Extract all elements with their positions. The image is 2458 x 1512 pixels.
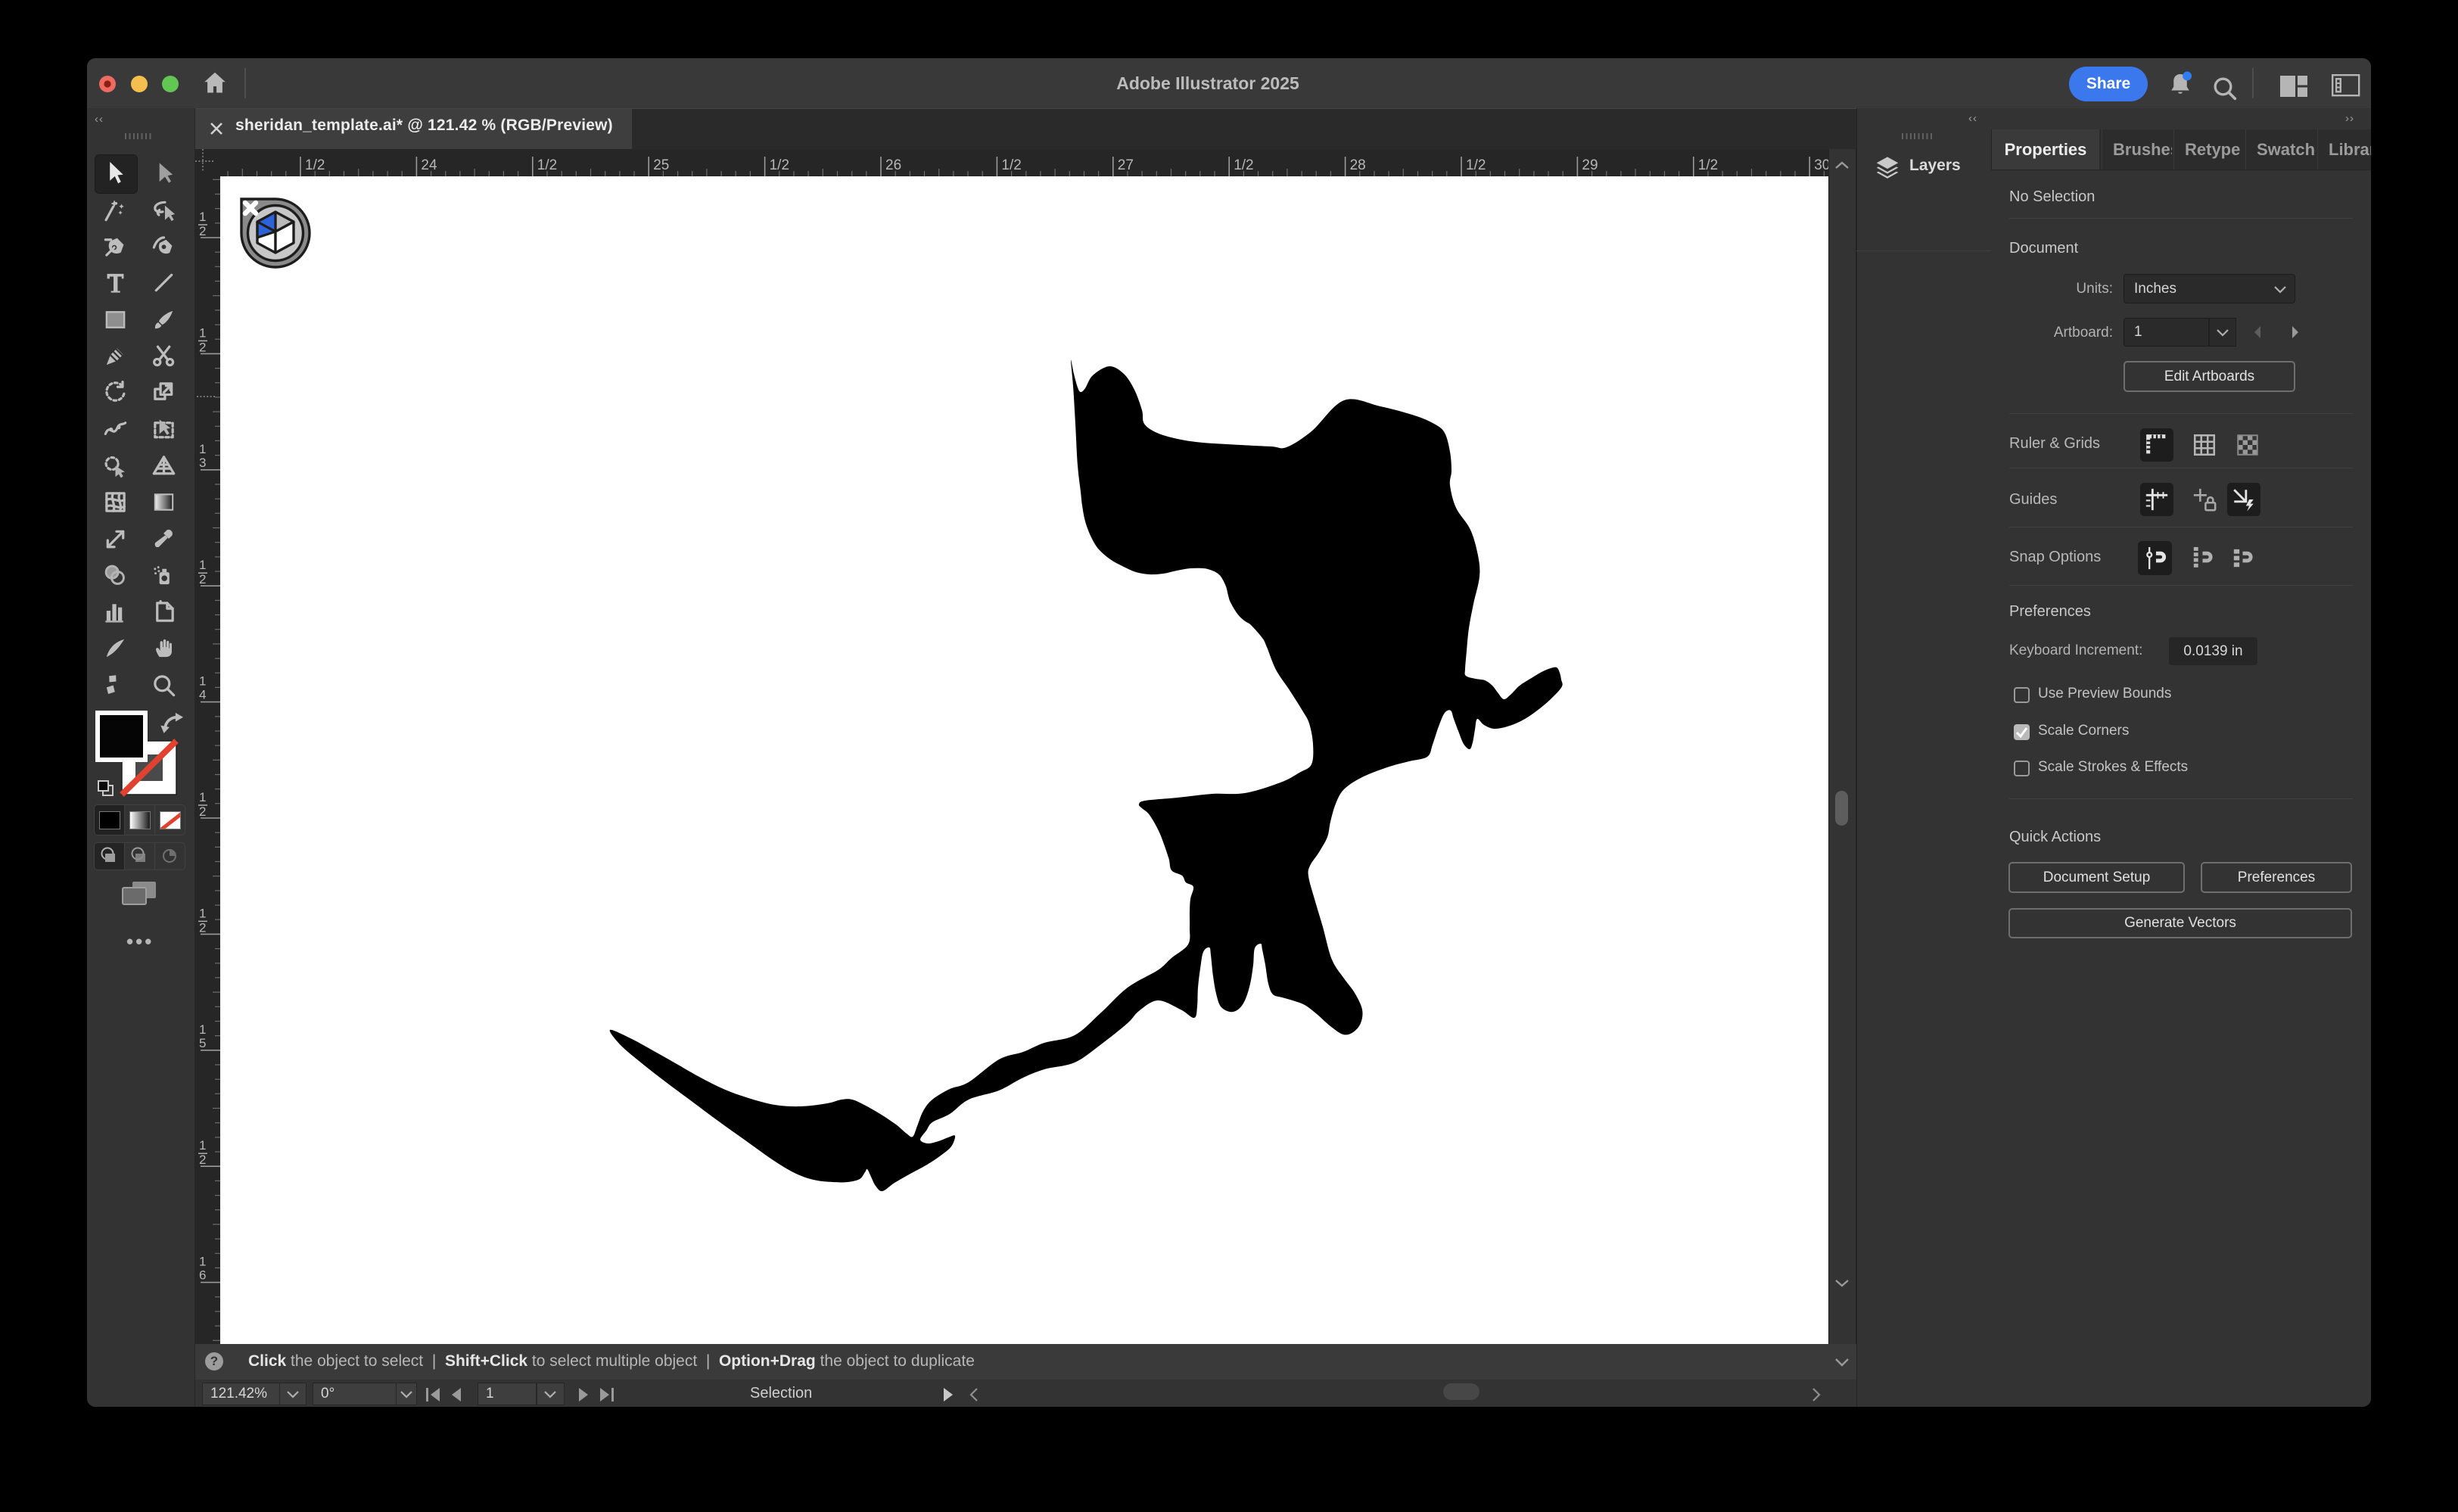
svg-text:29: 29 (1582, 157, 1598, 173)
svg-text:28: 28 (1350, 157, 1366, 173)
svg-text:2: 2 (199, 572, 206, 586)
svg-text:27: 27 (1118, 157, 1134, 173)
svg-text:2: 2 (199, 804, 206, 819)
svg-text:2: 2 (199, 920, 206, 935)
svg-text:1/2: 1/2 (770, 157, 789, 173)
svg-text:1/2: 1/2 (537, 157, 557, 173)
svg-text:1: 1 (199, 790, 206, 804)
svg-text:1/2: 1/2 (1466, 157, 1486, 173)
svg-text:1: 1 (199, 1255, 206, 1269)
svg-text:1: 1 (199, 674, 206, 689)
svg-text:2: 2 (199, 224, 206, 238)
svg-text:26: 26 (885, 157, 901, 173)
svg-text:6: 6 (199, 1268, 206, 1283)
svg-text:2: 2 (199, 340, 206, 354)
svg-text:1/2: 1/2 (1001, 157, 1021, 173)
svg-text:1/2: 1/2 (305, 157, 325, 173)
svg-text:4: 4 (199, 688, 206, 702)
svg-text:1/2: 1/2 (1234, 157, 1253, 173)
svg-text:25: 25 (653, 157, 669, 173)
svg-text:1: 1 (199, 442, 206, 456)
svg-text:3: 3 (199, 456, 206, 470)
svg-text:1: 1 (199, 325, 206, 340)
svg-text:5: 5 (199, 1036, 206, 1050)
svg-text:1: 1 (199, 558, 206, 572)
svg-text:1: 1 (199, 1022, 206, 1037)
svg-text:2: 2 (199, 1153, 206, 1167)
svg-text:1: 1 (199, 210, 206, 224)
svg-text:1/2: 1/2 (1698, 157, 1718, 173)
svg-text:1: 1 (199, 1138, 206, 1153)
svg-text:1: 1 (199, 906, 206, 920)
svg-text:24: 24 (421, 157, 437, 173)
